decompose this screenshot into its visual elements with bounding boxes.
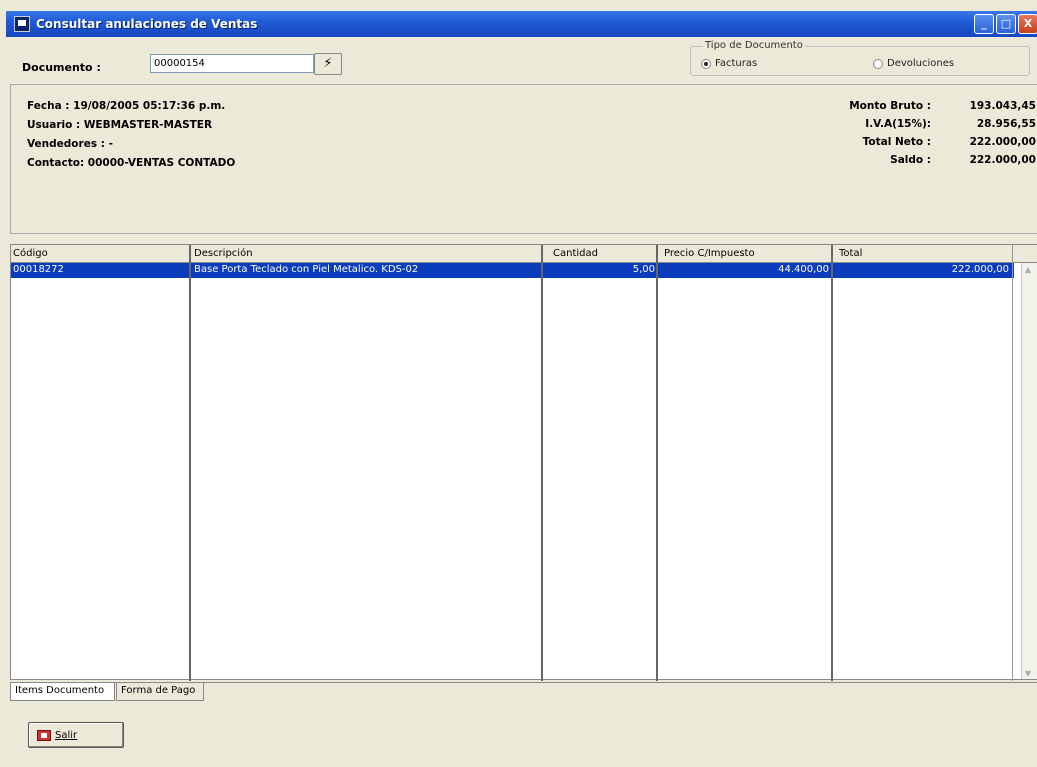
monto-bruto-label: Monto Bruto :	[849, 100, 931, 112]
window-title: Consultar anulaciones de Ventas	[36, 17, 258, 31]
scroll-up-icon[interactable]: ▲	[1025, 265, 1035, 274]
document-info: Fecha : 19/08/2005 05:17:36 p.m. Usuario…	[27, 97, 235, 173]
saldo-value: 222.000,00	[969, 154, 1036, 166]
search-button[interactable]: ⚡	[314, 53, 342, 75]
column-divider	[831, 245, 833, 681]
column-header-descripcion[interactable]: Descripción	[194, 248, 253, 259]
column-divider	[541, 245, 543, 681]
total-neto-value: 222.000,00	[969, 136, 1036, 148]
tipo-documento-legend: Tipo de Documento	[703, 40, 805, 51]
contacto-text: Contacto: 00000-VENTAS CONTADO	[27, 157, 236, 169]
cell-total: 222.000,00	[951, 264, 1009, 275]
window-titlebar[interactable]: Consultar anulaciones de Ventas _ □ X	[6, 11, 1037, 37]
iva-row: I.V.A(15%): 28.956,55	[841, 115, 1036, 133]
column-divider	[1012, 245, 1013, 681]
info-panel: Fecha : 19/08/2005 05:17:36 p.m. Usuario…	[10, 84, 1037, 234]
column-divider	[656, 245, 658, 681]
fecha-text: Fecha : 19/08/2005 05:17:36 p.m.	[27, 100, 226, 112]
column-header-codigo[interactable]: Código	[13, 248, 48, 259]
column-header-total[interactable]: Total	[839, 248, 862, 259]
monto-bruto-value: 193.043,45	[969, 100, 1036, 112]
monto-bruto-row: Monto Bruto : 193.043,45	[841, 97, 1036, 115]
vendedores-text: Vendedores : -	[27, 138, 113, 150]
flash-icon: ⚡	[323, 56, 333, 71]
cell-cantidad: 5,00	[632, 264, 655, 275]
tipo-documento-group: Tipo de Documento Facturas Devoluciones	[690, 40, 1030, 76]
radio-devoluciones-label: Devoluciones	[887, 58, 955, 69]
close-button[interactable]: X	[1018, 14, 1037, 34]
radio-facturas-dot[interactable]	[701, 58, 711, 69]
column-header-cantidad[interactable]: Cantidad	[553, 248, 598, 259]
total-neto-row: Total Neto : 222.000,00	[841, 133, 1036, 151]
radio-devoluciones-dot[interactable]	[873, 58, 883, 69]
saldo-label: Saldo :	[890, 154, 931, 166]
cell-codigo: 00018272	[13, 264, 64, 275]
app-icon	[14, 16, 30, 32]
exit-icon	[37, 730, 51, 741]
maximize-button[interactable]: □	[996, 14, 1016, 34]
column-divider	[189, 245, 191, 681]
salir-button[interactable]: Salir	[28, 722, 124, 748]
saldo-row: Saldo : 222.000,00	[841, 151, 1036, 169]
vertical-scrollbar[interactable]: ▲ ▼	[1021, 263, 1037, 679]
totals-panel: Monto Bruto : 193.043,45 I.V.A(15%): 28.…	[841, 97, 1036, 169]
total-neto-label: Total Neto :	[862, 136, 931, 148]
cell-precio: 44.400,00	[778, 264, 829, 275]
tab-items-documento[interactable]: Items Documento	[10, 683, 115, 701]
radio-devoluciones[interactable]: Devoluciones	[873, 58, 954, 69]
minimize-button[interactable]: _	[974, 14, 994, 34]
salir-label: Salir	[55, 730, 78, 741]
scroll-down-icon[interactable]: ▼	[1025, 669, 1035, 678]
usuario-text: Usuario : WEBMASTER-MASTER	[27, 119, 213, 131]
radio-facturas-label: Facturas	[715, 58, 758, 69]
documento-label: Documento :	[22, 61, 101, 74]
iva-label: I.V.A(15%):	[865, 118, 931, 130]
column-header-precio[interactable]: Precio C/Impuesto	[664, 248, 755, 259]
documento-input[interactable]	[150, 54, 314, 73]
grid-header: Código Descripción Cantidad Precio C/Imp…	[11, 245, 1037, 263]
iva-value: 28.956,55	[976, 118, 1036, 130]
radio-facturas[interactable]: Facturas	[701, 58, 757, 69]
items-grid[interactable]: Código Descripción Cantidad Precio C/Imp…	[10, 244, 1037, 681]
tab-forma-de-pago[interactable]: Forma de Pago	[116, 683, 204, 701]
cell-descripcion: Base Porta Teclado con Piel Metalico. KD…	[194, 264, 419, 275]
table-row[interactable]: 00018272 Base Porta Teclado con Piel Met…	[11, 263, 1014, 278]
